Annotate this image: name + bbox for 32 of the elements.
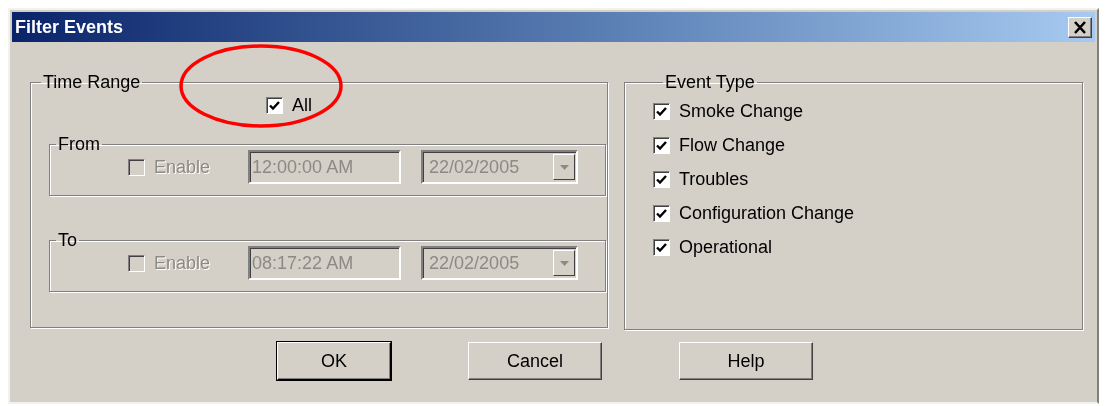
- checkbox-label: Enable: [154, 252, 211, 274]
- group-label: From: [57, 134, 101, 155]
- checkmark-icon: [656, 174, 667, 185]
- dropdown-arrow-icon: [559, 260, 569, 266]
- checkbox-label: Operational: [679, 237, 773, 258]
- close-button[interactable]: [1068, 16, 1092, 38]
- checkmark-icon: [656, 208, 667, 219]
- checkbox-label: Configuration Change: [679, 203, 855, 224]
- checkbox[interactable]: [653, 137, 670, 154]
- dialog-button[interactable]: Cancel: [468, 342, 602, 380]
- checkmark-icon: [656, 140, 667, 151]
- checkmark-icon: [656, 106, 667, 117]
- checkbox-label: Smoke Change: [679, 101, 804, 122]
- checkbox-label: Troubles: [679, 169, 749, 190]
- checkmark-icon: [269, 100, 280, 111]
- close-icon: [1073, 20, 1087, 34]
- group-label: To: [57, 230, 78, 251]
- checkbox-label: Flow Change: [679, 135, 786, 156]
- group-label: Time Range: [42, 72, 142, 93]
- checkbox[interactable]: [653, 239, 670, 256]
- checkbox-label: Enable: [154, 156, 211, 178]
- checkmark-icon: [656, 242, 667, 253]
- checkbox[interactable]: [266, 97, 283, 114]
- checkbox[interactable]: [653, 205, 670, 222]
- dialog-button[interactable]: Help: [679, 342, 813, 380]
- dropdown-arrow-icon: [559, 164, 569, 170]
- window-title: Filter Events: [15, 16, 124, 38]
- checkbox[interactable]: [653, 171, 670, 188]
- checkbox[interactable]: [653, 103, 670, 120]
- group-label: Event Type: [664, 72, 756, 93]
- checkbox-label: All: [292, 95, 312, 116]
- dialog-button[interactable]: OK: [277, 342, 391, 380]
